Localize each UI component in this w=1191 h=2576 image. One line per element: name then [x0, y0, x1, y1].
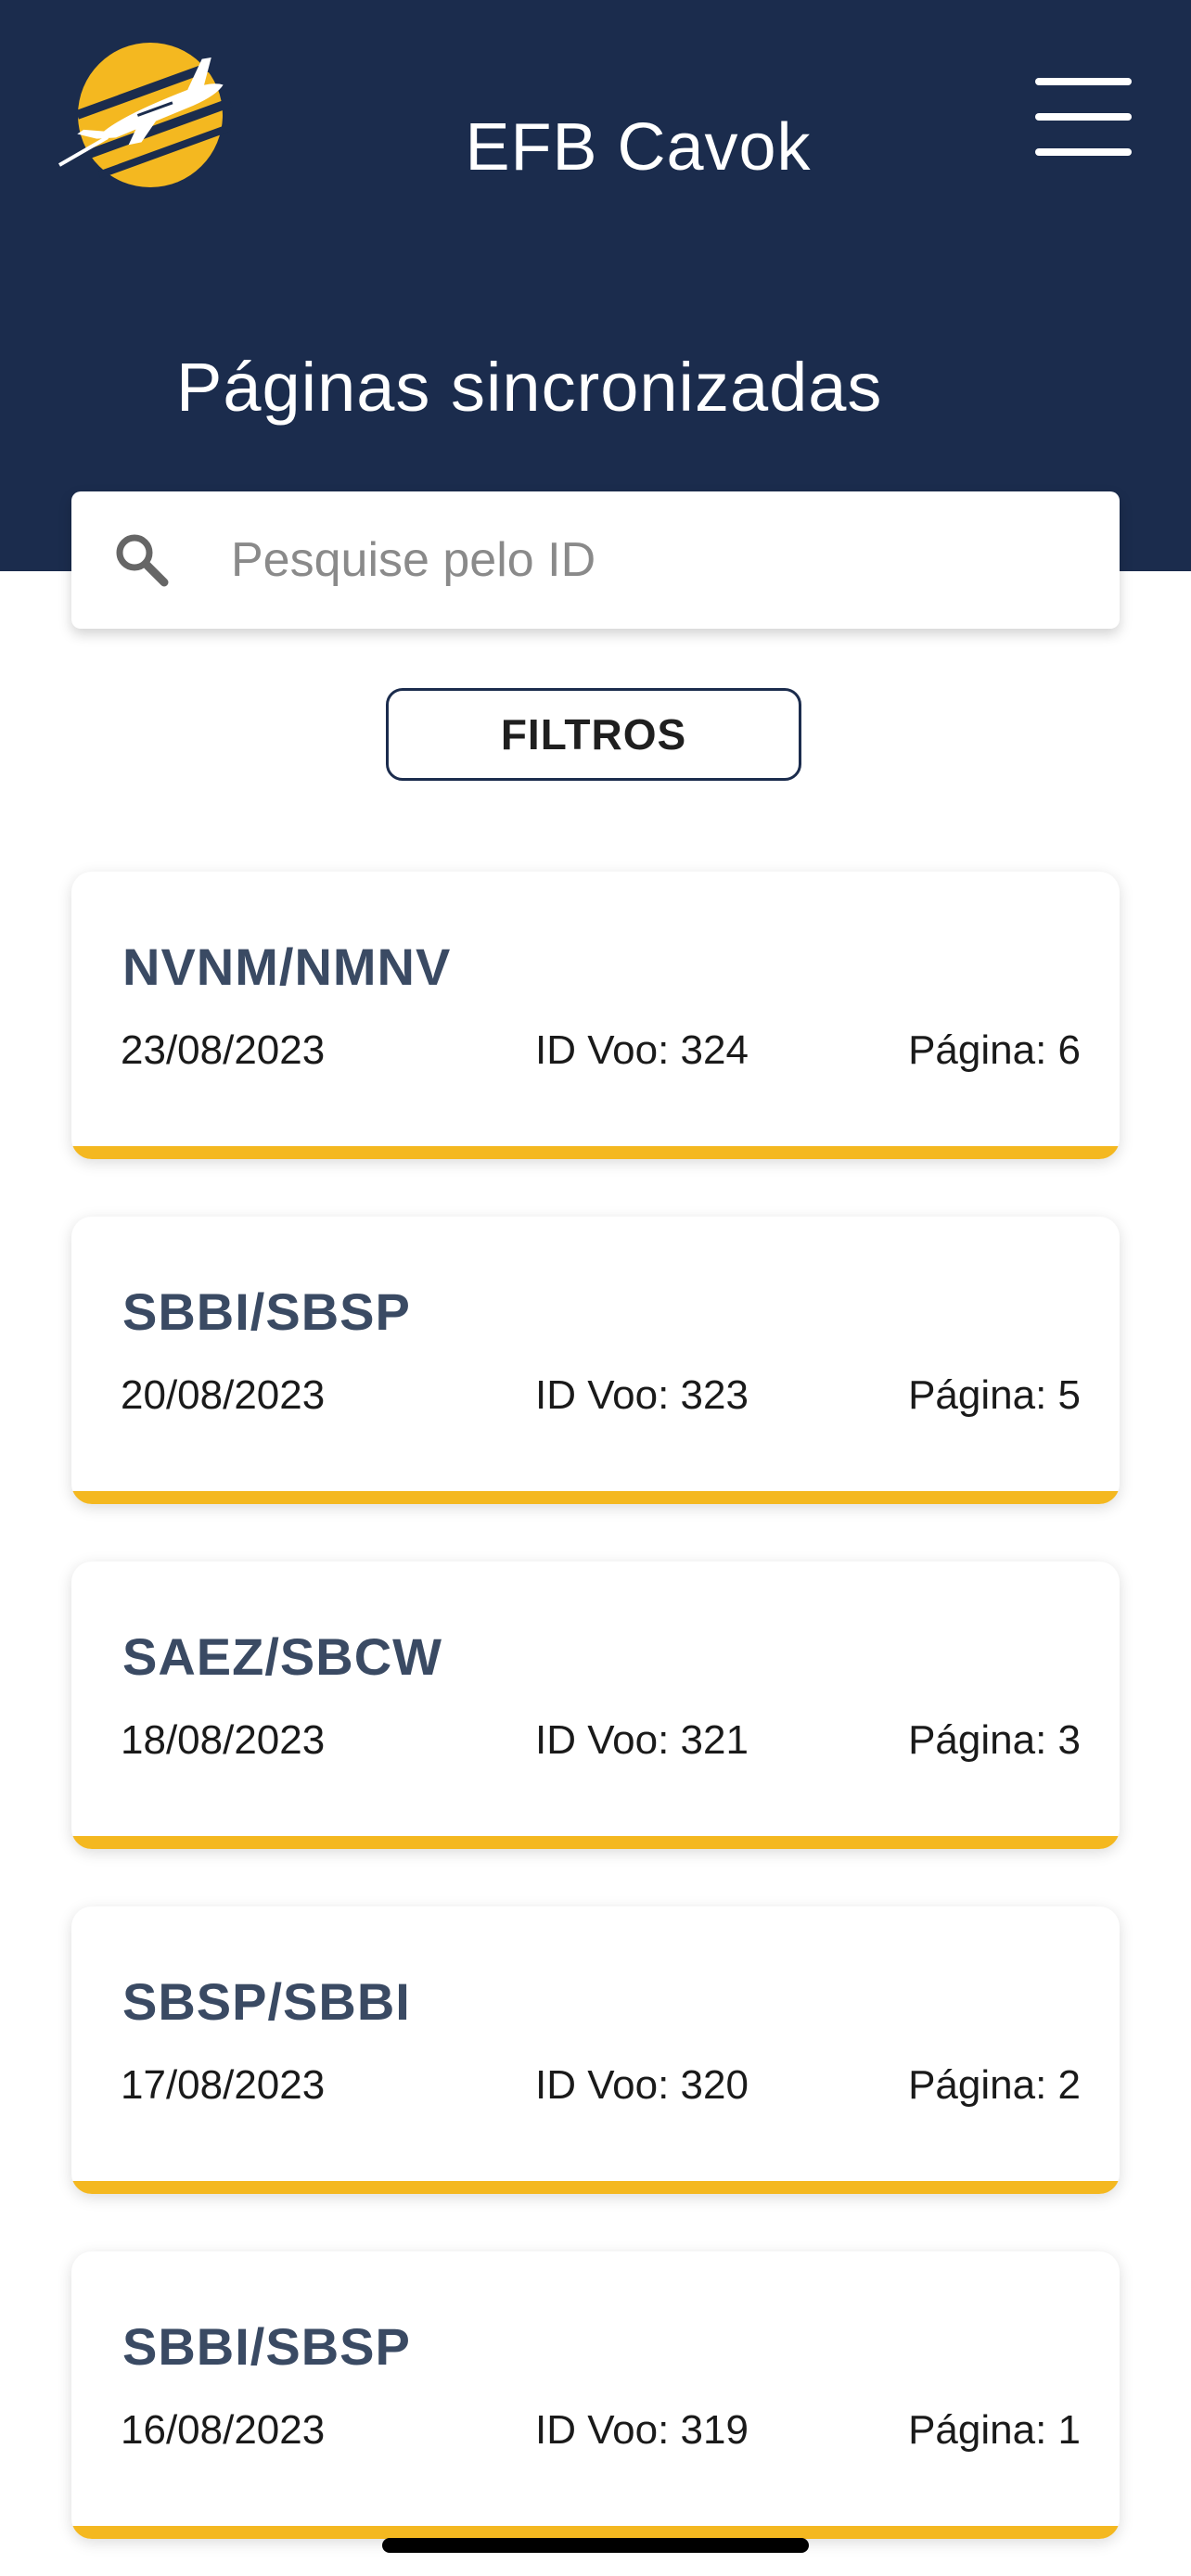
card-page-number: Página: 1 [908, 2407, 1081, 2453]
card-page-number: Página: 5 [908, 1372, 1081, 1418]
menu-line [1035, 78, 1132, 85]
card-flight-id: ID Voo: 321 [535, 1717, 749, 1763]
menu-line [1035, 148, 1132, 156]
card-flight-id: ID Voo: 323 [535, 1372, 749, 1418]
card-flight-id: ID Voo: 319 [535, 2407, 749, 2453]
card-flight-id: ID Voo: 320 [535, 2062, 749, 2108]
card-accent-bar [71, 1836, 1120, 1849]
card-date: 18/08/2023 [121, 1717, 326, 1763]
search-icon [112, 530, 172, 590]
sync-page-card[interactable]: NVNM/NMNV 23/08/2023 ID Voo: 324 Página:… [71, 872, 1120, 1159]
search-input[interactable] [231, 514, 1066, 606]
card-page-number: Página: 3 [908, 1717, 1081, 1763]
page-title: Páginas sincronizadas [176, 349, 883, 426]
card-date: 17/08/2023 [121, 2062, 326, 2108]
card-route: SBBI/SBSP [122, 1282, 411, 1341]
sync-page-card[interactable]: SBBI/SBSP 16/08/2023 ID Voo: 319 Página:… [71, 2251, 1120, 2539]
card-route: SAEZ/SBCW [122, 1627, 442, 1686]
filters-button[interactable]: FILTROS [386, 688, 801, 781]
card-accent-bar [71, 2526, 1120, 2539]
card-route: SBBI/SBSP [122, 2317, 411, 2376]
sync-page-card[interactable]: SBBI/SBSP 20/08/2023 ID Voo: 323 Página:… [71, 1217, 1120, 1504]
app-header: EFB Cavok Páginas sincronizadas [0, 0, 1191, 571]
card-accent-bar [71, 1491, 1120, 1504]
card-accent-bar [71, 2181, 1120, 2194]
menu-line [1035, 113, 1132, 121]
card-date: 16/08/2023 [121, 2407, 326, 2453]
sync-page-card[interactable]: SAEZ/SBCW 18/08/2023 ID Voo: 321 Página:… [71, 1562, 1120, 1849]
card-route: SBSP/SBBI [122, 1972, 411, 2031]
app-title: EFB Cavok [465, 110, 812, 185]
card-route: NVNM/NMNV [122, 937, 452, 996]
card-date: 20/08/2023 [121, 1372, 326, 1418]
sync-page-card[interactable]: SBSP/SBBI 17/08/2023 ID Voo: 320 Página:… [71, 1906, 1120, 2194]
card-page-number: Página: 2 [908, 2062, 1081, 2108]
home-indicator[interactable] [382, 2538, 809, 2553]
card-date: 23/08/2023 [121, 1027, 326, 1073]
card-page-number: Página: 6 [908, 1027, 1081, 1073]
search-bar[interactable] [71, 491, 1120, 629]
card-accent-bar [71, 1146, 1120, 1159]
hamburger-menu-icon[interactable] [1035, 78, 1132, 158]
card-flight-id: ID Voo: 324 [535, 1027, 749, 1073]
